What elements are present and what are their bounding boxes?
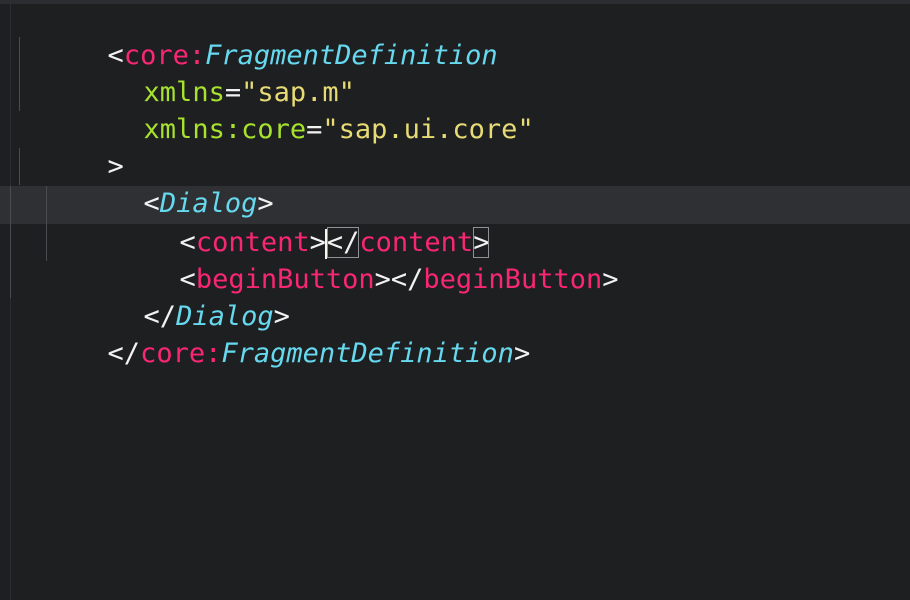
code-line-3[interactable]: xmlns:core="sap.ui.core" [46,74,534,145]
code-line-1[interactable]: <core:FragmentDefinition [10,0,498,71]
code-line-4[interactable]: > [10,111,124,182]
tag-open-bracket: </ [107,338,141,369]
attribute-name: xmlns:core [143,114,307,145]
code-line-9[interactable]: </core:FragmentDefinition> [10,298,531,369]
code-line-8[interactable]: </Dialog> [46,261,290,332]
indent-guide [10,224,11,261]
element-name: beginButton [423,264,603,295]
indent-guide [19,37,20,74]
indent-guide [10,186,11,224]
tag-close-bracket: > [513,338,531,369]
attribute-value: "sap.ui.core" [322,114,534,145]
indent-guide [19,74,20,111]
code-line-7[interactable]: <beginButton></beginButton> [82,224,619,295]
code-editor[interactable]: <core:FragmentDefinition xmlns="sap.m" x… [0,0,910,600]
code-line-6[interactable]: <content></content> [82,186,490,259]
equals-sign: = [306,114,323,145]
indent-guide [19,148,20,185]
code-line-5[interactable]: <Dialog> [46,148,274,219]
indent-guide [10,261,11,298]
code-line-2[interactable]: xmlns="sap.m" [46,37,355,108]
tag-close-bracket: > [602,264,619,295]
namespace-prefix: core: [140,338,222,369]
tag-name: FragmentDefinition [221,338,514,369]
indent-guide [46,186,47,224]
indent-guide [46,224,47,261]
tag-open-bracket: </ [390,264,424,295]
tag-close-bracket: > [374,264,391,295]
